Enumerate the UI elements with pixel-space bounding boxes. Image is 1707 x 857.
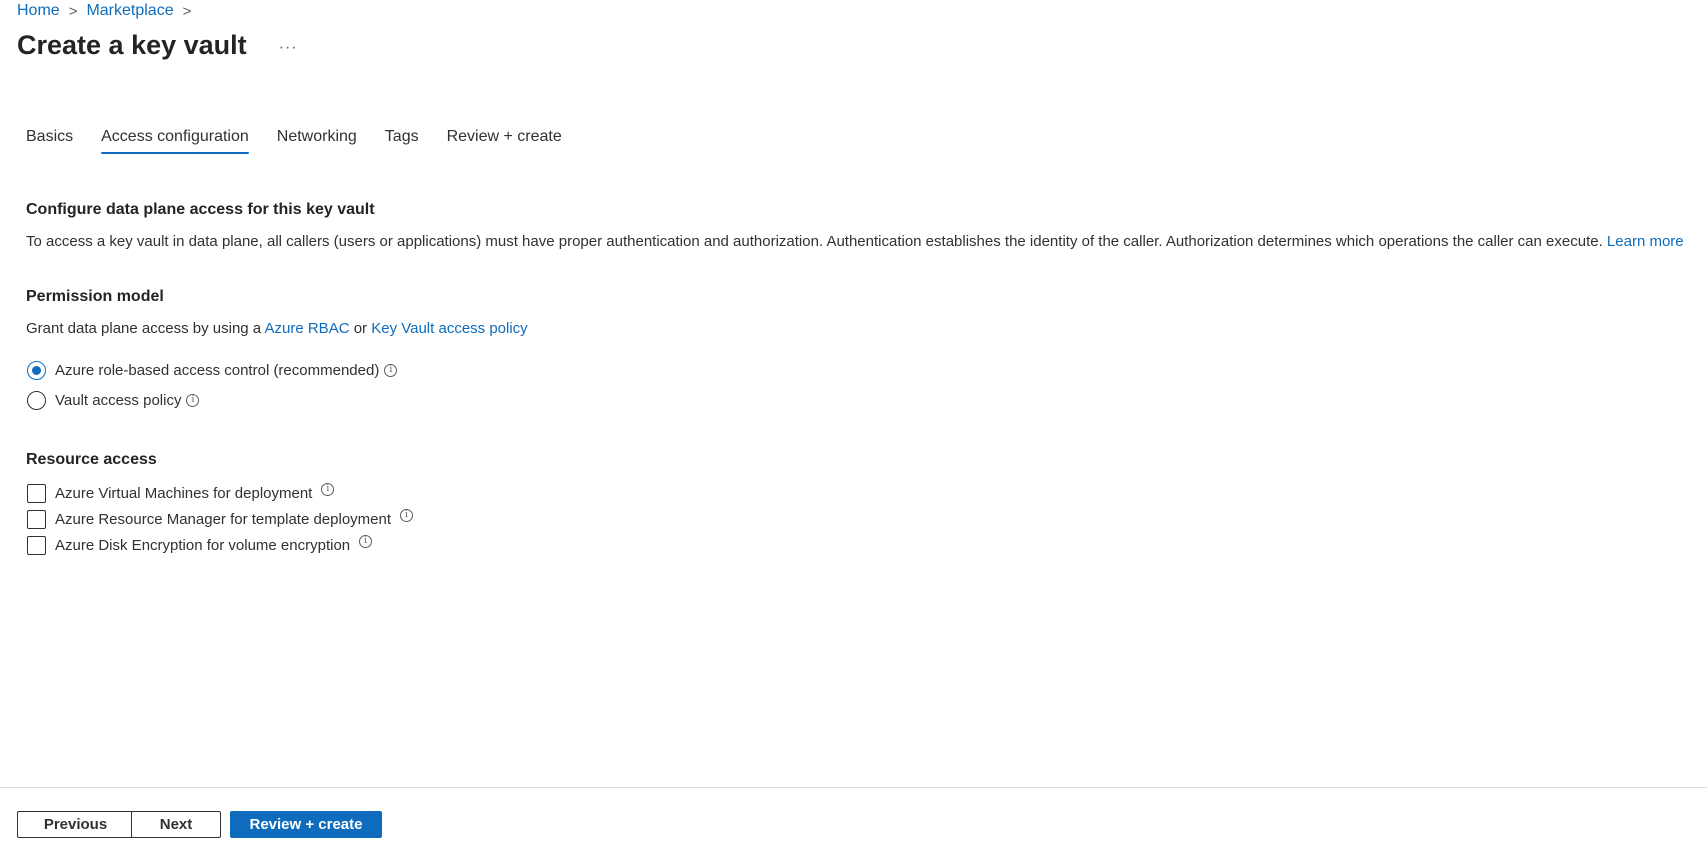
tab-bar: Basics Access configuration Networking T… — [26, 128, 590, 154]
footer-divider — [0, 787, 1707, 788]
permission-model-description: Grant data plane access by using a Azure… — [26, 320, 528, 337]
page: Home > Marketplace > Create a key vault … — [0, 0, 1707, 857]
tab-networking[interactable]: Networking — [277, 128, 357, 154]
radio-azure-rbac-label: Azure role-based access control (recomme… — [55, 362, 380, 379]
resource-access-heading: Resource access — [26, 451, 157, 468]
radio-button-selected[interactable] — [27, 361, 46, 380]
chevron-right-icon: > — [68, 2, 78, 20]
data-plane-description: To access a key vault in data plane, all… — [26, 233, 1684, 250]
more-icon[interactable]: ··· — [275, 37, 302, 59]
chevron-right-icon: > — [182, 2, 192, 20]
checkbox-azure-resource-manager-label: Azure Resource Manager for template depl… — [55, 511, 392, 528]
key-vault-access-policy-link[interactable]: Key Vault access policy — [371, 320, 527, 337]
page-title: Create a key vault — [17, 30, 247, 60]
review-create-button[interactable]: Review + create — [230, 811, 382, 838]
next-button[interactable]: Next — [131, 811, 221, 838]
radio-vault-access-policy-label: Vault access policy — [55, 392, 182, 409]
radio-azure-rbac[interactable]: Azure role-based access control (recomme… — [27, 361, 398, 380]
breadcrumb-marketplace[interactable]: Marketplace — [86, 2, 173, 20]
azure-rbac-link[interactable]: Azure RBAC — [265, 320, 350, 337]
learn-more-link[interactable]: Learn more — [1607, 233, 1684, 250]
info-icon[interactable]: i — [384, 364, 398, 377]
info-icon[interactable]: i — [400, 509, 414, 522]
checkbox-azure-resource-manager[interactable]: Azure Resource Manager for template depl… — [27, 509, 414, 529]
tab-tags[interactable]: Tags — [385, 128, 419, 154]
radio-vault-access-policy[interactable]: Vault access policy i — [27, 391, 200, 410]
checkbox-azure-vms[interactable]: Azure Virtual Machines for deployment i — [27, 483, 335, 503]
radio-button[interactable] — [27, 391, 46, 410]
data-plane-heading: Configure data plane access for this key… — [26, 201, 375, 218]
permission-desc-or: or — [353, 320, 368, 337]
checkbox-azure-disk-encryption[interactable]: Azure Disk Encryption for volume encrypt… — [27, 535, 373, 555]
tab-review-create[interactable]: Review + create — [447, 128, 562, 154]
data-plane-description-text: To access a key vault in data plane, all… — [26, 233, 1603, 250]
tab-basics[interactable]: Basics — [26, 128, 73, 154]
breadcrumb: Home > Marketplace > — [17, 2, 200, 20]
permission-desc-prefix: Grant data plane access by using a — [26, 320, 262, 337]
checkbox-azure-disk-encryption-label: Azure Disk Encryption for volume encrypt… — [55, 537, 351, 554]
checkbox[interactable] — [27, 536, 46, 555]
info-icon[interactable]: i — [359, 535, 373, 548]
info-icon[interactable]: i — [186, 394, 200, 407]
permission-model-heading: Permission model — [26, 288, 164, 305]
checkbox[interactable] — [27, 510, 46, 529]
checkbox[interactable] — [27, 484, 46, 503]
info-icon[interactable]: i — [321, 483, 335, 496]
breadcrumb-home[interactable]: Home — [17, 2, 60, 20]
tab-access-configuration[interactable]: Access configuration — [101, 128, 249, 154]
checkbox-azure-vms-label: Azure Virtual Machines for deployment — [55, 485, 313, 502]
title-row: Create a key vault ··· — [17, 30, 302, 61]
previous-button[interactable]: Previous — [17, 811, 134, 838]
